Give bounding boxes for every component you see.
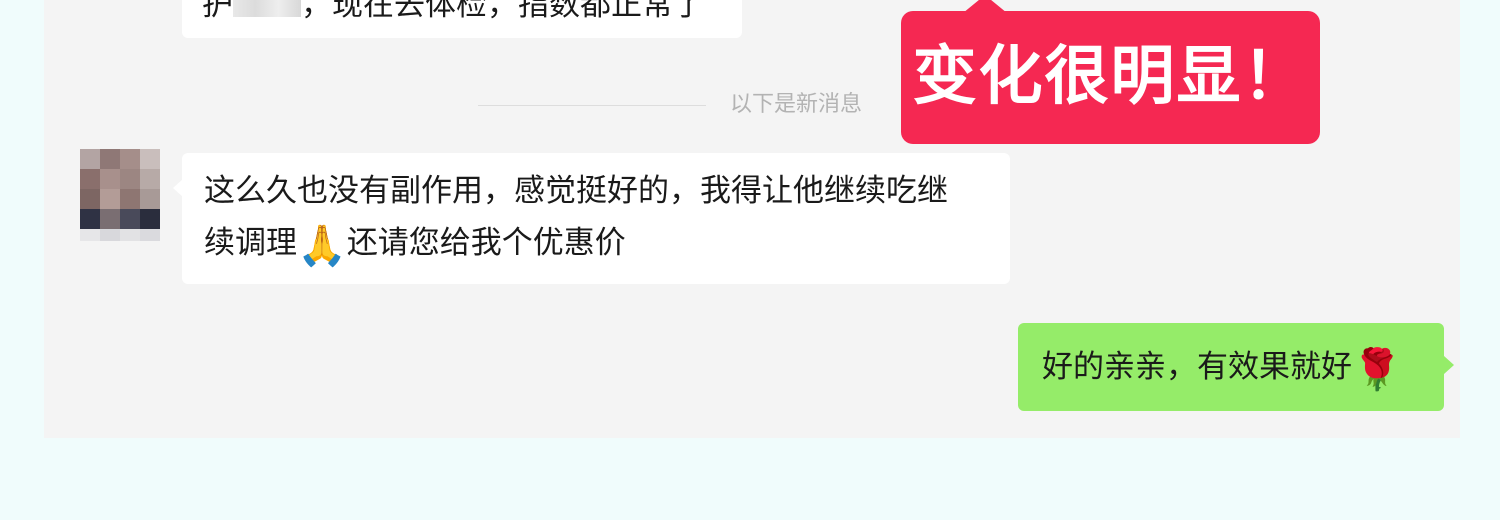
new-messages-divider-label: 以下是新消息	[730, 92, 863, 117]
avatar[interactable]	[80, 149, 160, 241]
redacted-block	[233, 0, 301, 17]
message-text-segment: 续调理	[204, 225, 297, 261]
message-text: 好的亲亲，有效果就好	[1042, 349, 1352, 385]
message-text-line1: 这么久也没有副作用，感觉挺好的，我得让他继续吃继	[204, 173, 948, 209]
message-bubble-incoming-clipped[interactable]: 护 ，现在去体检，指数都正常了	[182, 0, 742, 38]
message-text-line2: 续调理🙏还请您给我个优惠价	[204, 217, 990, 269]
message-text-prefix: 护	[202, 0, 233, 23]
message-text: ，现在去体检，指数都正常了	[301, 0, 704, 23]
new-messages-divider-line	[478, 105, 706, 106]
message-bubble-incoming[interactable]: 这么久也没有副作用，感觉挺好的，我得让他继续吃继 续调理🙏还请您给我个优惠价	[173, 153, 1010, 284]
highlight-callout-badge: 变化很明显！	[901, 0, 1320, 144]
rose-emoji-icon: 🌹	[1352, 347, 1402, 393]
pray-emoji-icon: 🙏	[297, 223, 347, 269]
message-bubble-outgoing[interactable]: 好的亲亲，有效果就好🌹	[1018, 323, 1454, 411]
message-text-segment: 还请您给我个优惠价	[346, 225, 626, 261]
